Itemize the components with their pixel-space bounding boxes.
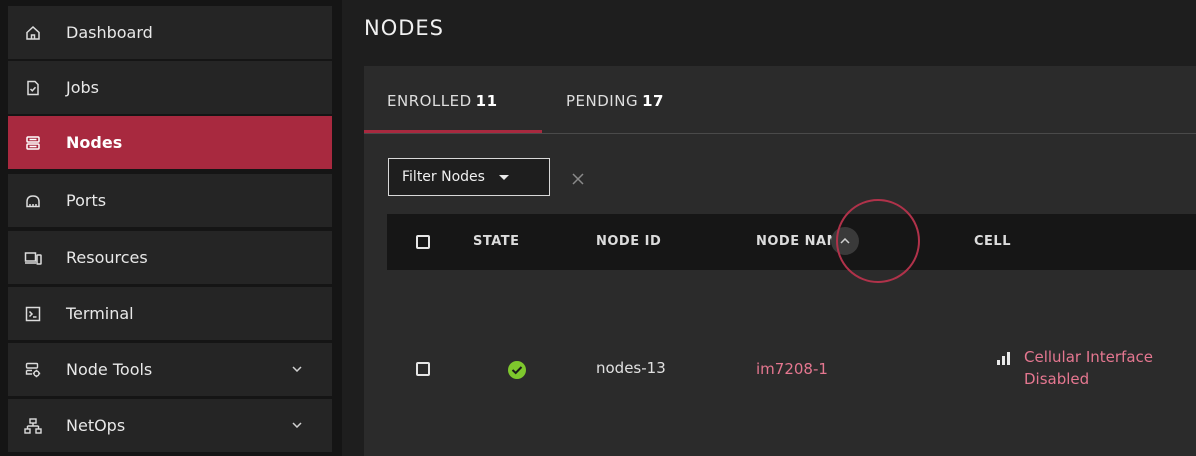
chevron-down-icon[interactable] <box>290 418 304 432</box>
sidebar-item-dashboard[interactable]: Dashboard <box>8 6 332 59</box>
close-icon[interactable] <box>572 170 586 185</box>
column-header-node-id[interactable]: NODE ID <box>596 234 661 249</box>
tab-label: ENROLLED <box>387 92 472 110</box>
sidebar-item-label: Resources <box>66 248 148 267</box>
nodes-icon <box>24 134 42 152</box>
sidebar-item-netops[interactable]: NetOps <box>8 399 332 452</box>
sidebar-item-resources[interactable]: Resources <box>8 231 332 284</box>
sidebar-item-label: Terminal <box>66 304 134 323</box>
check-circle-icon <box>507 360 527 380</box>
sidebar-item-nodes[interactable]: Nodes <box>8 116 332 169</box>
caret-down-icon <box>498 174 509 180</box>
nodes-panel: ENROLLED 11 PENDING 17 Filter Nodes STATE … <box>364 66 1196 456</box>
sidebar-item-ports[interactable]: Ports <box>8 174 332 227</box>
tab-pending[interactable]: PENDING 17 <box>566 92 664 110</box>
main-content: NODES ENROLLED 11 PENDING 17 Filter Nodes … <box>342 0 1196 456</box>
resources-icon <box>24 249 42 267</box>
sidebar-item-node-tools[interactable]: Node Tools <box>8 343 332 396</box>
sidebar: Dashboard Jobs Nodes Ports Resources Ter… <box>0 0 332 456</box>
tabs-divider <box>364 133 1196 134</box>
sidebar-item-label: Ports <box>66 191 107 210</box>
table-header: STATE NODE ID NODE NAME CELL <box>387 214 1196 270</box>
column-header-state[interactable]: STATE <box>473 234 520 249</box>
row-checkbox[interactable] <box>416 362 430 376</box>
sidebar-item-label: Jobs <box>66 78 99 97</box>
sidebar-item-terminal[interactable]: Terminal <box>8 287 332 340</box>
filter-label: Filter Nodes <box>402 169 485 185</box>
sidebar-item-jobs[interactable]: Jobs <box>8 61 332 114</box>
node-id: nodes-13 <box>596 359 666 377</box>
sidebar-item-label: NetOps <box>66 416 126 435</box>
signal-icon <box>996 350 1016 365</box>
tab-count: 11 <box>475 92 498 110</box>
chevron-down-icon[interactable] <box>290 362 304 376</box>
tab-enrolled[interactable]: ENROLLED 11 <box>387 92 498 110</box>
tab-count: 17 <box>642 92 664 110</box>
sidebar-item-label: Dashboard <box>66 23 153 42</box>
node-tools-icon <box>24 361 42 379</box>
terminal-icon <box>24 305 42 323</box>
ports-icon <box>24 192 42 210</box>
column-header-cell[interactable]: CELL <box>974 234 1011 249</box>
node-name-link[interactable]: im7208-1 <box>756 360 828 378</box>
highlight-annotation <box>836 199 920 283</box>
select-all-checkbox[interactable] <box>416 235 430 249</box>
home-icon <box>24 24 42 42</box>
active-tab-indicator <box>364 130 542 133</box>
page-title: NODES <box>364 16 445 40</box>
sidebar-item-label: Nodes <box>66 133 123 152</box>
jobs-icon <box>24 79 42 97</box>
netops-icon <box>24 417 42 435</box>
filter-nodes-dropdown[interactable]: Filter Nodes <box>388 158 550 196</box>
sidebar-item-label: Node Tools <box>66 360 153 379</box>
cell-status-link[interactable]: Cellular Interface Disabled <box>1024 346 1196 390</box>
table-row: nodes-13 im7208-1 Cellular Interface Dis… <box>387 336 1196 406</box>
tab-label: PENDING <box>566 92 639 110</box>
sidebar-divider <box>332 0 342 456</box>
